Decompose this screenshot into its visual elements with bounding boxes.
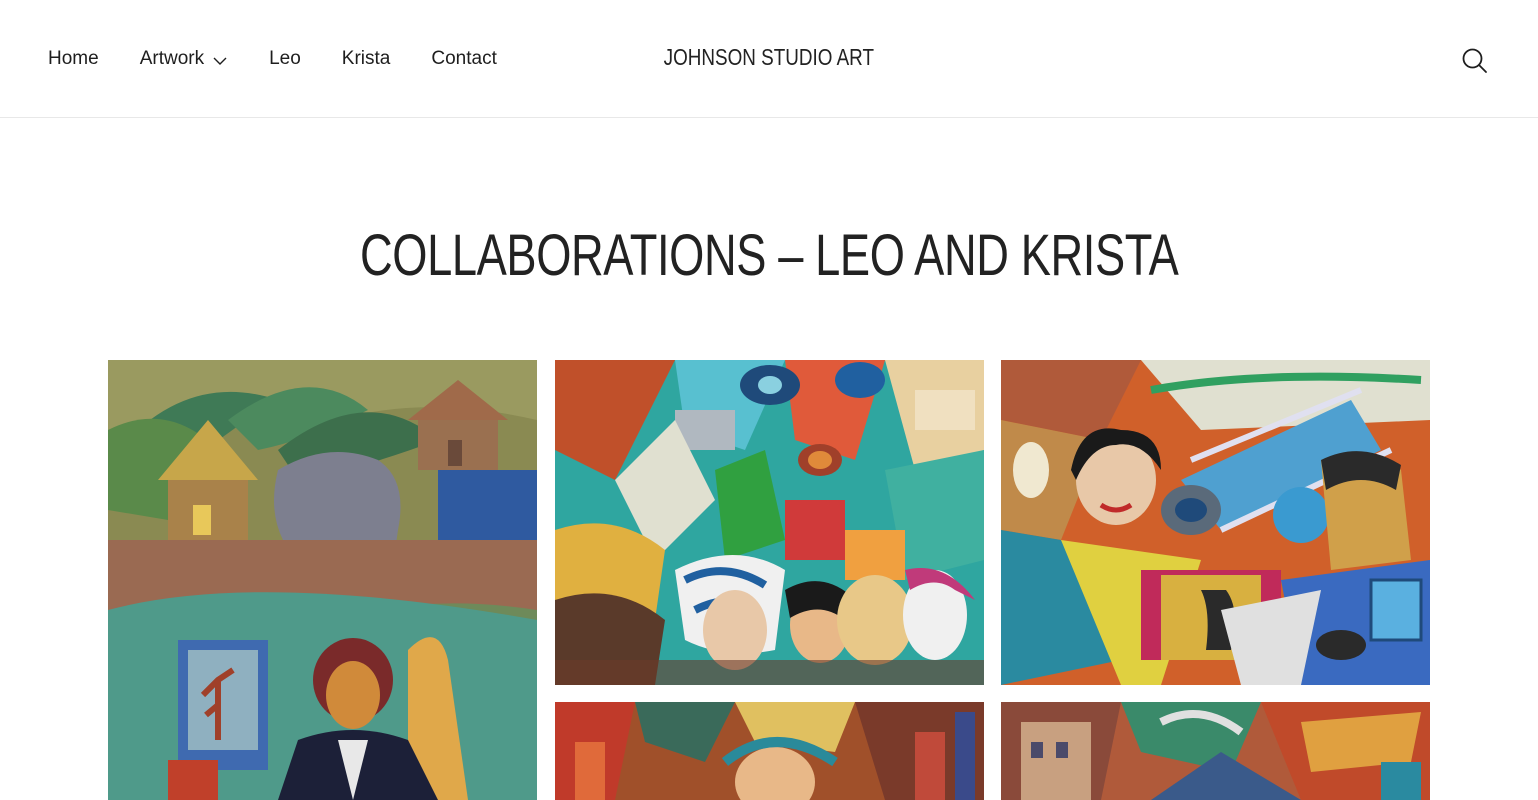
search-icon[interactable] [1460,46,1488,74]
site-header: Home Artwork Leo Krista Contact JOHNSON … [0,0,1538,118]
gallery-image-elephant-village[interactable] [108,360,537,800]
nav-item-home[interactable]: Home [48,46,99,72]
gallery-image-portraits-bridge[interactable] [1001,360,1430,685]
site-title[interactable]: JOHNSON STUDIO ART [138,44,1399,71]
gallery-image-abstract-faces[interactable] [555,360,984,685]
nav-item-label: Home [48,48,99,69]
gallery-image-abstract-partial-1[interactable] [555,702,984,800]
gallery-image-abstract-partial-2[interactable] [1001,702,1430,800]
page-title: COLLABORATIONS – LEO AND KRISTA [360,223,1179,288]
